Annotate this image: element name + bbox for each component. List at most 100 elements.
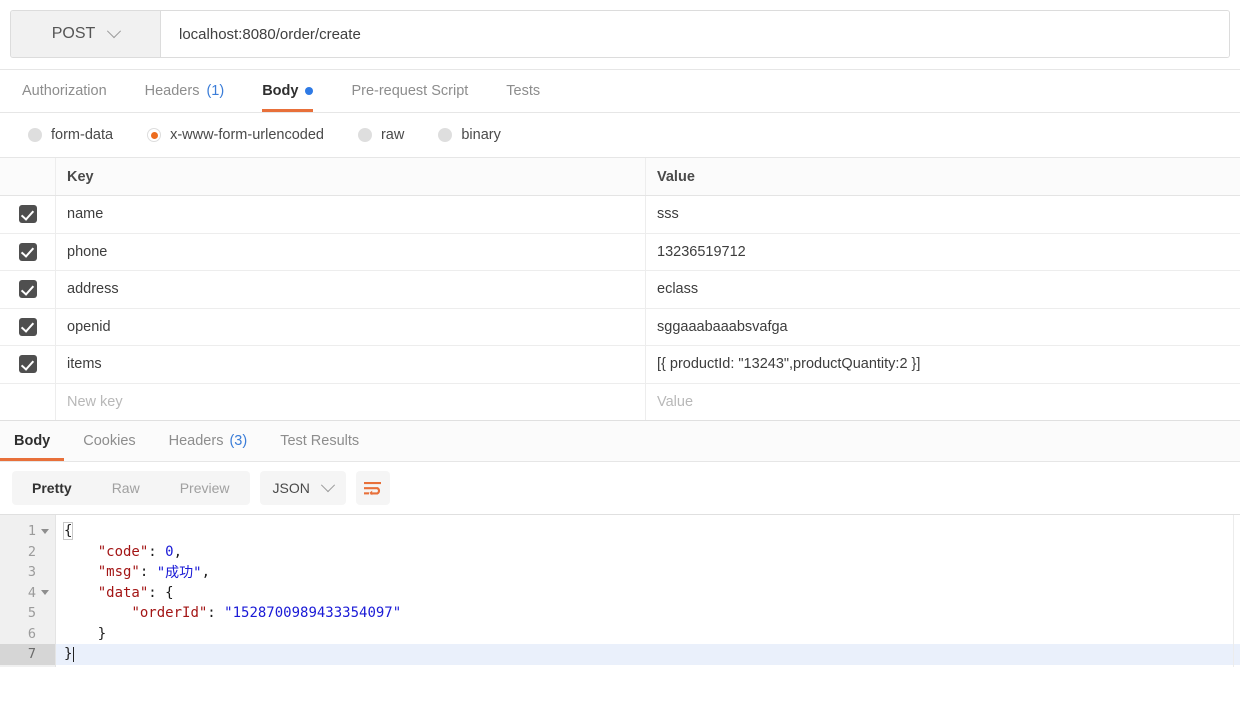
code-token: "成功" xyxy=(156,565,202,582)
line-number: 2 xyxy=(27,543,36,560)
tab-authorization-label: Authorization xyxy=(22,83,107,99)
row-key-input[interactable]: name xyxy=(56,196,646,233)
row-checkbox[interactable] xyxy=(18,280,37,299)
code-line: "code": 0, xyxy=(56,542,1240,563)
url-input[interactable]: localhost:8080/order/create xyxy=(161,11,1229,57)
radio-x-www-form-urlencoded[interactable]: x-www-form-urlencoded xyxy=(147,127,324,143)
view-mode-preview[interactable]: Preview xyxy=(160,471,250,505)
radio-binary[interactable]: binary xyxy=(438,127,501,143)
code-line: "msg": "成功", xyxy=(56,562,1240,583)
body-modified-dot-icon xyxy=(305,87,314,95)
body-type-radio-group: form-data x-www-form-urlencoded raw bina… xyxy=(0,113,1240,158)
table-header-row: Key Value xyxy=(0,158,1240,196)
code-line-current: } xyxy=(56,644,1240,665)
new-key-input[interactable]: New key xyxy=(56,383,646,420)
view-mode-group: Pretty Raw Preview xyxy=(12,471,250,505)
response-tab-cookies-label: Cookies xyxy=(83,433,136,449)
code-line: "data": { xyxy=(56,583,1240,604)
code-token: "data" xyxy=(97,584,149,601)
url-bar-group: POST localhost:8080/order/create xyxy=(10,10,1230,58)
gutter-line[interactable]: 3 xyxy=(0,562,55,583)
response-format-select[interactable]: JSON xyxy=(259,471,346,505)
response-tab-headers[interactable]: Headers (3) xyxy=(169,421,248,461)
row-value-input[interactable]: eclass xyxy=(646,271,1240,308)
new-value-input[interactable]: Value xyxy=(646,384,1240,421)
code-token: "1528700989433354097" xyxy=(224,605,402,622)
code-token: 0 xyxy=(165,543,174,560)
row-value-text: sss xyxy=(657,206,679,223)
code-token: , xyxy=(173,543,183,560)
line-number: 7 xyxy=(27,646,36,663)
row-key-input[interactable]: items xyxy=(56,346,646,383)
row-checkbox-cell xyxy=(0,196,56,233)
response-tab-body-label: Body xyxy=(14,433,51,449)
fold-arrow-icon[interactable] xyxy=(41,528,49,534)
radio-form-data[interactable]: form-data xyxy=(28,127,113,143)
row-key-input[interactable]: openid xyxy=(56,308,646,345)
tab-tests[interactable]: Tests xyxy=(506,70,540,112)
code-line: { xyxy=(56,521,1240,542)
tab-headers-label: Headers xyxy=(144,83,200,99)
row-checkbox-cell xyxy=(0,271,56,308)
row-checkbox[interactable] xyxy=(18,355,37,374)
response-body-editor[interactable]: 1 2 3 4 5 6 7 { "code": 0, "msg": "成功" … xyxy=(0,514,1240,667)
radio-binary-label: binary xyxy=(461,127,501,143)
code-line: "orderId": "1528700989433354097" xyxy=(56,603,1240,624)
response-tab-body[interactable]: Body xyxy=(0,421,65,461)
row-key-input[interactable]: phone xyxy=(56,233,646,270)
tab-body-label: Body xyxy=(262,83,299,99)
code-token: "orderId" xyxy=(131,605,208,622)
line-number: 4 xyxy=(27,584,36,601)
radio-unselected-icon xyxy=(438,128,453,142)
tab-pre-request-script[interactable]: Pre-request Script xyxy=(351,70,468,112)
gutter-line-current[interactable]: 7 xyxy=(0,644,55,665)
row-value-input[interactable]: sggaaabaaabsvafga xyxy=(646,309,1240,346)
word-wrap-button[interactable] xyxy=(355,471,390,505)
radio-selected-icon xyxy=(147,128,162,142)
view-mode-pretty[interactable]: Pretty xyxy=(12,471,92,505)
response-tabs: Body Cookies Headers (3) Test Results xyxy=(0,421,1240,462)
row-key-text: phone xyxy=(67,243,108,260)
request-tabs: Authorization Headers (1) Body Pre-reque… xyxy=(0,70,1240,113)
line-number: 6 xyxy=(27,625,36,642)
row-value-input[interactable]: 13236519712 xyxy=(646,234,1240,271)
row-key-input[interactable]: address xyxy=(56,271,646,308)
row-value-text: [{ productId: "13243",productQuantity:2 … xyxy=(657,356,921,373)
row-value-input[interactable]: [{ productId: "13243",productQuantity:2 … xyxy=(646,346,1240,383)
gutter-line[interactable]: 2 xyxy=(0,542,55,563)
tab-authorization[interactable]: Authorization xyxy=(22,70,107,112)
gutter-line[interactable]: 1 xyxy=(0,521,55,542)
new-row-checkbox-cell xyxy=(0,383,56,420)
row-checkbox[interactable] xyxy=(18,242,37,261)
code-token: : xyxy=(139,564,157,581)
table-header-value: Value xyxy=(657,168,695,185)
table-row: openid sggaaabaaabsvafga xyxy=(0,308,1240,346)
code-token: { xyxy=(165,584,174,601)
gutter-line[interactable]: 5 xyxy=(0,603,55,624)
editor-code-area[interactable]: { "code": 0, "msg": "成功", "data": { "ord… xyxy=(56,515,1240,667)
table-row: address eclass xyxy=(0,271,1240,309)
response-tab-headers-label: Headers xyxy=(168,433,224,449)
code-token: "code" xyxy=(97,543,149,560)
fold-arrow-icon[interactable] xyxy=(41,590,49,596)
tab-body[interactable]: Body xyxy=(262,70,314,112)
row-key-text: address xyxy=(67,281,119,298)
tab-headers[interactable]: Headers (1) xyxy=(145,70,225,112)
gutter-line[interactable]: 6 xyxy=(0,624,55,645)
row-value-input[interactable]: sss xyxy=(646,196,1240,233)
code-token: : xyxy=(148,543,166,560)
response-tab-test-results[interactable]: Test Results xyxy=(280,421,359,461)
row-checkbox[interactable] xyxy=(18,317,37,336)
text-caret xyxy=(73,646,75,662)
radio-raw-label: raw xyxy=(380,127,405,143)
response-format-label: JSON xyxy=(272,480,310,496)
http-method-select[interactable]: POST xyxy=(11,11,161,57)
row-checkbox[interactable] xyxy=(18,205,37,224)
view-mode-raw[interactable]: Raw xyxy=(92,471,160,505)
radio-raw[interactable]: raw xyxy=(357,127,405,143)
response-tab-test-results-label: Test Results xyxy=(280,433,360,449)
response-tab-cookies[interactable]: Cookies xyxy=(83,421,135,461)
gutter-line[interactable]: 4 xyxy=(0,583,55,604)
